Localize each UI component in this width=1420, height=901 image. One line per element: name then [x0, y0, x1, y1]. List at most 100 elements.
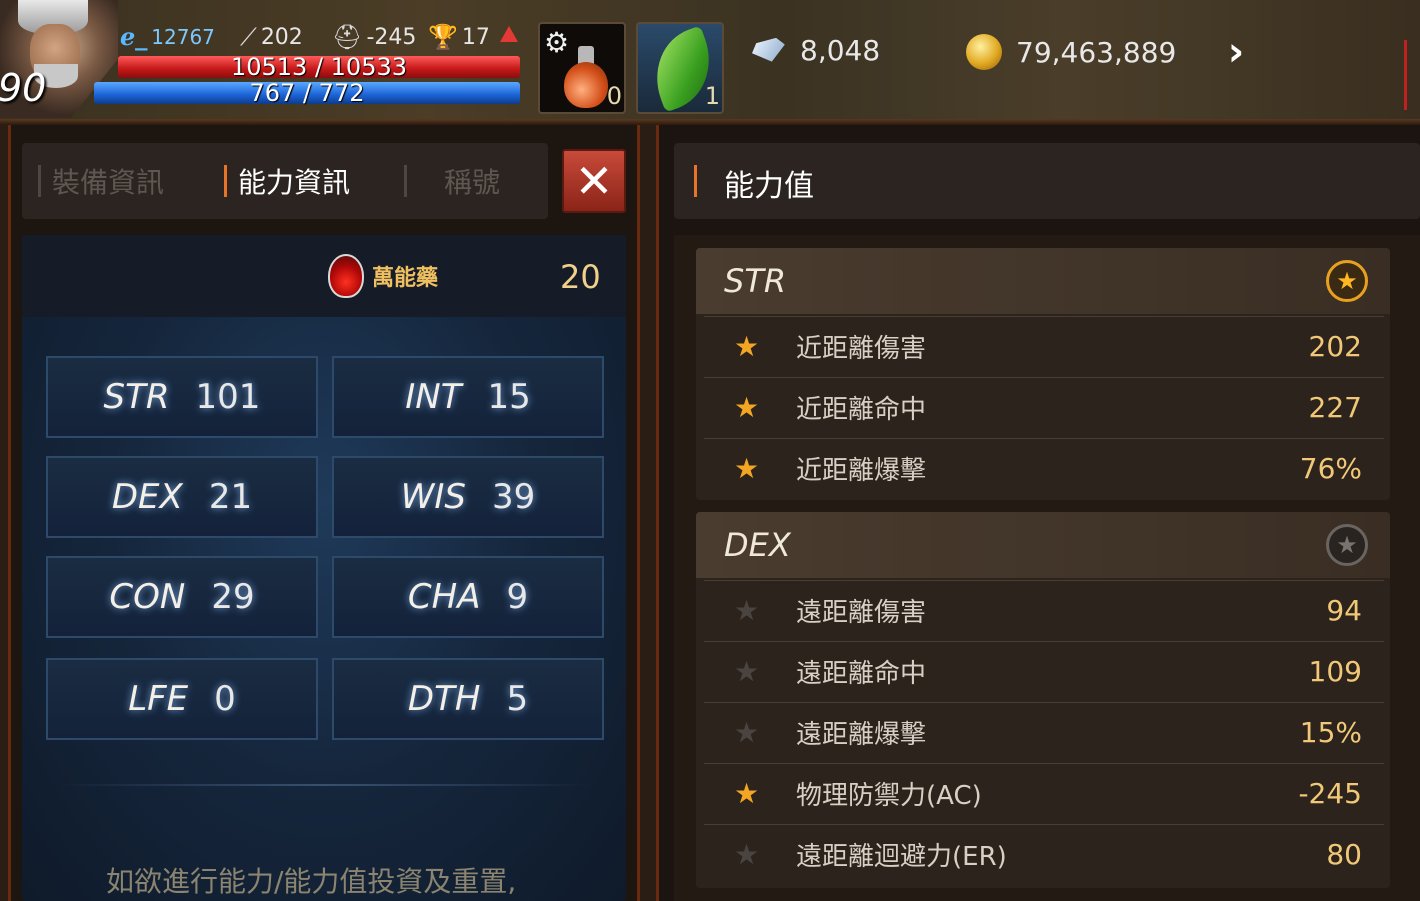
mp-text: 767 / 772: [249, 79, 365, 107]
close-button[interactable]: ✕: [562, 149, 626, 213]
stat-group-str: STR ★ ★ 近距離傷害 202 ★ 近距離命中 227 ★ 近距離爆擊 76…: [696, 248, 1390, 500]
tab-bar: 裝備資訊 能力資訊 稱號: [22, 143, 548, 219]
exp-icon: ℯ_: [120, 23, 148, 51]
elixir-count: 20: [560, 258, 601, 296]
tab-title[interactable]: 稱號: [388, 143, 548, 219]
stat-box-dth[interactable]: DTH 5: [332, 658, 604, 740]
gold-value: 79,463,889: [1016, 35, 1177, 69]
top-hud: 90 ℯ_ 12767 ⟋ 202 ⛑ -245 🏆 17 10513 / 10…: [0, 0, 1420, 125]
stat-box-wis[interactable]: WIS 39: [332, 456, 604, 538]
stat-value: 21: [208, 477, 253, 517]
ability-label: 近距離命中: [796, 395, 927, 425]
attack-stat: ⟋ 202: [240, 22, 303, 52]
ability-row: ★ 遠距離迴避力(ER) 80: [704, 824, 1384, 884]
trophy-icon: 🏆: [428, 23, 458, 51]
star-icon: ★: [734, 594, 760, 627]
sword-icon: ⟋: [240, 23, 257, 51]
ability-row: ★ 遠距離命中 109: [704, 641, 1384, 701]
ability-row: ★ 近距離命中 227: [704, 377, 1384, 437]
elixir-item[interactable]: 萬能藥: [328, 254, 438, 298]
close-icon: ✕: [574, 154, 614, 208]
potion-icon: [564, 62, 608, 108]
ability-value: 15%: [1299, 716, 1362, 749]
ability-label: 近距離爆擊: [796, 456, 927, 486]
ability-value-title: 能力值: [724, 169, 814, 204]
ability-value: 94: [1326, 594, 1362, 627]
stat-name: DEX: [111, 477, 183, 517]
stat-box-int[interactable]: INT 15: [332, 356, 604, 438]
ability-row: ★ 遠距離傷害 94: [704, 580, 1384, 640]
tab-separator: [404, 165, 407, 197]
ability-row: ★ 遠距離爆擊 15%: [704, 702, 1384, 762]
star-badge-icon[interactable]: ★: [1326, 260, 1368, 302]
exp-value: 12767: [151, 25, 215, 49]
stat-box-dex[interactable]: DEX 21: [46, 456, 318, 538]
stat-name: CHA: [407, 577, 481, 617]
ability-value: 80: [1326, 838, 1362, 871]
ability-label: 遠距離迴避力(ER): [796, 842, 1007, 872]
stat-group-name: STR: [724, 262, 787, 300]
ability-value: 109: [1308, 655, 1362, 688]
ability-label: 物理防禦力(AC): [796, 781, 982, 811]
gold-coin-icon: [966, 34, 1002, 70]
stat-value: 29: [211, 577, 255, 617]
star-icon: ★: [734, 716, 760, 749]
elixir-label: 萬能藥: [372, 266, 439, 291]
star-icon: ★: [734, 838, 760, 871]
stat-name: STR: [103, 377, 170, 417]
potion-count: 0: [606, 82, 622, 110]
stat-value: 39: [491, 477, 536, 517]
tab-title-label: 稱號: [444, 166, 501, 199]
star-icon: ★: [734, 330, 760, 363]
reset-hint-text: 如欲進行能力/能力值投資及重置,: [106, 865, 517, 898]
ability-row: ★ 近距離傷害 202: [704, 316, 1384, 376]
tab-equipment[interactable]: 裝備資訊: [22, 143, 208, 219]
stat-box-cha[interactable]: CHA 9: [332, 556, 604, 638]
defense-stat: ⛑ -245: [332, 22, 416, 52]
helmet-icon: ⛑: [332, 23, 363, 51]
stat-box-lfe[interactable]: LFE 0: [46, 658, 318, 740]
stat-box-str[interactable]: STR 101: [46, 356, 318, 438]
trophy-stat: 🏆 17: [428, 22, 490, 52]
ability-row: ★ 物理防禦力(AC) -245: [704, 763, 1384, 823]
exp-stat: ℯ_ 12767: [120, 22, 215, 52]
star-icon: ★: [734, 655, 760, 688]
ability-label: 遠距離傷害: [796, 598, 927, 628]
quick-slot-leaf[interactable]: 1: [636, 22, 725, 114]
gear-icon[interactable]: ⚙: [544, 26, 569, 59]
stat-name: WIS: [400, 477, 466, 517]
stat-name: LFE: [128, 679, 189, 719]
gold-currency: 79,463,889: [966, 34, 1176, 70]
stat-value: 5: [506, 679, 529, 719]
edge-ornament: [1404, 40, 1420, 110]
ability-row: ★ 近距離爆擊 76%: [704, 438, 1384, 498]
quick-slot-potion[interactable]: ⚙ 0: [538, 22, 626, 114]
ability-label: 遠距離命中: [796, 659, 927, 689]
mp-bar: 767 / 772: [94, 79, 520, 107]
star-icon: ★: [734, 452, 760, 485]
stat-value: 0: [214, 679, 236, 719]
chevron-right-icon[interactable]: ›: [1216, 28, 1256, 76]
stat-group-dex: DEX ★ ★ 遠距離傷害 94 ★ 遠距離命中 109 ★ 遠距離爆擊 15%…: [696, 512, 1390, 888]
diamond-currency: 8,048: [752, 34, 880, 67]
elixir-potion-icon: [328, 254, 364, 298]
tab-separator: [38, 165, 41, 197]
stat-name: CON: [109, 577, 186, 617]
tab-ability-label: 能力資訊: [238, 166, 351, 199]
stat-box-con[interactable]: CON 29: [46, 556, 318, 638]
diamond-icon: [750, 35, 789, 65]
hp-text: 10513 / 10533: [230, 53, 408, 81]
star-icon: ★: [734, 391, 760, 424]
stat-name: INT: [405, 377, 462, 417]
ability-label: 遠距離爆擊: [796, 720, 927, 750]
tab-ability[interactable]: 能力資訊: [208, 143, 388, 219]
ability-value: 202: [1308, 330, 1362, 363]
character-level: 90: [0, 66, 47, 110]
level-up-arrow-icon: [500, 26, 518, 42]
star-badge-icon[interactable]: ★: [1326, 524, 1368, 566]
leaf-count: 1: [704, 82, 720, 110]
stat-panel-header: [22, 235, 626, 317]
stat-group-name: DEX: [724, 526, 791, 564]
stat-value: 101: [195, 377, 261, 417]
ability-value: 76%: [1299, 452, 1362, 485]
